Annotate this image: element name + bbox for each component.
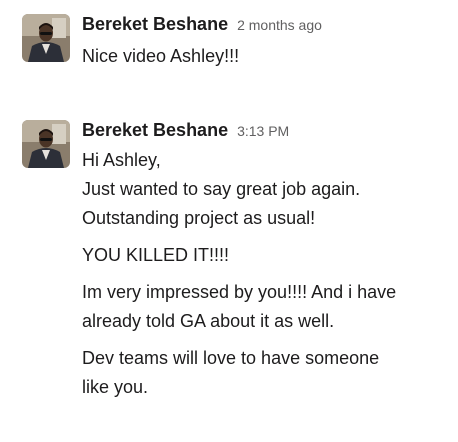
message-line: Dev teams will love to have someone (82, 348, 380, 368)
user-photo-icon (22, 14, 70, 62)
message-paragraph: Hi Ashley, Just wanted to say great job … (82, 146, 442, 233)
message-header: Bereket Beshane 2 months ago (82, 14, 442, 38)
message-body: Nice video Ashley!!! (82, 42, 442, 71)
message-paragraph: Im very impressed by you!!!! And i have … (82, 278, 442, 336)
message-content: Bereket Beshane 2 months ago Nice video … (82, 14, 442, 71)
avatar[interactable] (22, 14, 70, 62)
message-paragraph: YOU KILLED IT!!!! (82, 241, 442, 270)
message-paragraph: Dev teams will love to have someone like… (82, 344, 442, 402)
user-photo-icon (22, 120, 70, 168)
message-body: Hi Ashley, Just wanted to say great job … (82, 146, 442, 402)
message-line: YOU KILLED IT!!!! (82, 245, 230, 265)
message-line: Outstanding project as usual! (82, 208, 316, 228)
message-line: Just wanted to say great job again. (82, 179, 361, 199)
message-line: Nice video Ashley!!! (82, 46, 240, 66)
author-name[interactable]: Bereket Beshane (82, 120, 228, 141)
author-name[interactable]: Bereket Beshane (82, 14, 228, 35)
message-header: Bereket Beshane 3:13 PM (82, 120, 442, 144)
message-line: Im very impressed by you!!!! And i have (82, 282, 397, 302)
message-line: like you. (82, 377, 149, 397)
message-timestamp[interactable]: 2 months ago (237, 17, 322, 33)
message-line: Hi Ashley, (82, 150, 161, 170)
avatar[interactable] (22, 120, 70, 168)
message-content: Bereket Beshane 3:13 PM Hi Ashley, Just … (82, 120, 442, 402)
message-line: already told GA about it as well. (82, 311, 335, 331)
message-timestamp[interactable]: 3:13 PM (237, 123, 289, 139)
